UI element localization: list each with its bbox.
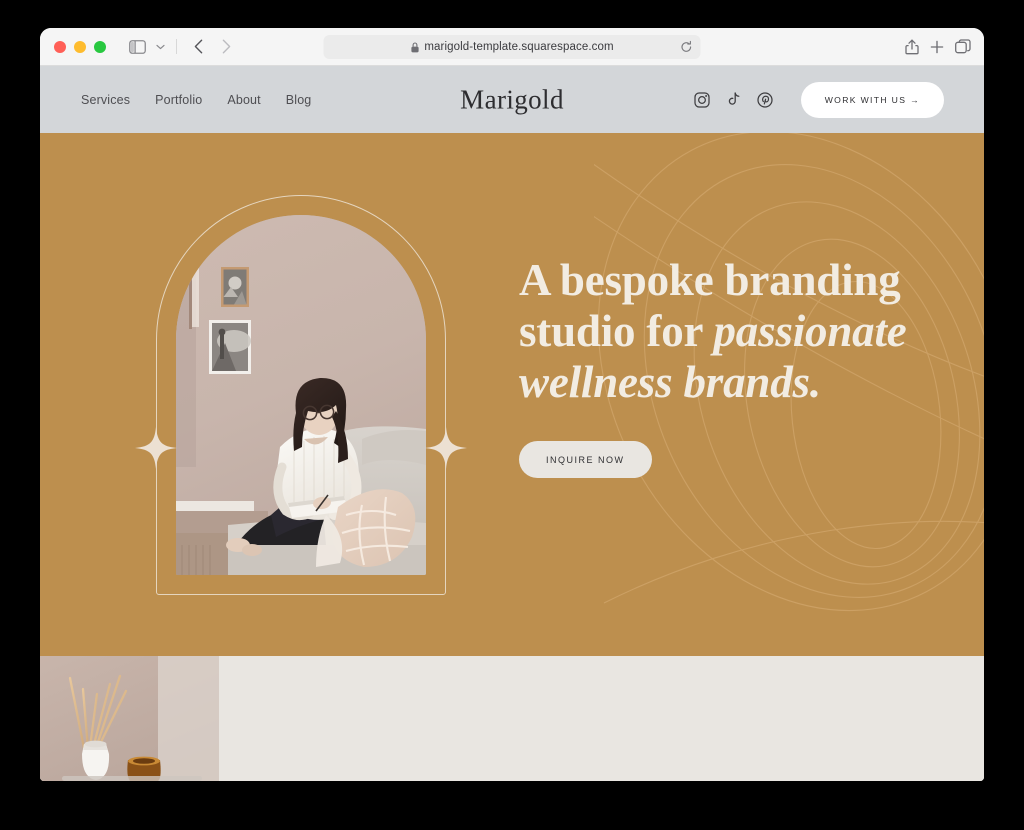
toolbar-divider <box>176 39 177 54</box>
share-icon[interactable] <box>905 39 919 55</box>
hero-arch-frame <box>135 195 467 595</box>
social-icon-group <box>694 91 773 108</box>
forward-button-icon[interactable] <box>213 35 239 59</box>
instagram-icon[interactable] <box>694 91 710 108</box>
nav-link-blog[interactable]: Blog <box>286 93 312 107</box>
toolbar-right-controls <box>905 39 971 55</box>
desktop-backdrop: marigold-template.squarespace.com Servic… <box>0 0 1024 830</box>
lock-icon <box>410 41 419 53</box>
new-tab-icon[interactable] <box>930 40 944 54</box>
site-header: Services Portfolio About Blog Marigold W… <box>40 66 984 133</box>
site-logo[interactable]: Marigold <box>460 84 564 115</box>
tab-overview-icon[interactable] <box>955 39 971 54</box>
back-button-icon[interactable] <box>185 35 211 59</box>
sidebar-toggle-icon[interactable] <box>124 35 150 59</box>
address-bar-container: marigold-template.squarespace.com <box>323 35 701 59</box>
next-section <box>40 656 984 781</box>
maximize-window-button[interactable] <box>94 40 106 53</box>
headline-line-2-emphasis: passionate <box>713 306 907 356</box>
hero-copy-block: A bespoke branding studio for passionate… <box>519 255 949 478</box>
hero-headline: A bespoke branding studio for passionate… <box>519 255 949 408</box>
inquire-now-button[interactable]: INQUIRE NOW <box>519 441 652 478</box>
address-bar[interactable]: marigold-template.squarespace.com <box>323 35 701 59</box>
tiktok-icon[interactable] <box>726 91 741 108</box>
safari-browser-window: marigold-template.squarespace.com Servic… <box>40 28 984 781</box>
site-navigation: Services Portfolio About Blog <box>81 93 311 107</box>
diffuser-image <box>40 656 219 781</box>
nav-link-portfolio[interactable]: Portfolio <box>155 93 202 107</box>
page-viewport: Services Portfolio About Blog Marigold W… <box>40 66 984 781</box>
url-text: marigold-template.squarespace.com <box>424 41 614 53</box>
pinterest-icon[interactable] <box>757 91 773 108</box>
headline-line-1: A bespoke branding <box>519 255 901 305</box>
hero-section: A bespoke branding studio for passionate… <box>40 133 984 656</box>
sparkle-accent-right-icon <box>425 427 467 469</box>
minimize-window-button[interactable] <box>74 40 86 53</box>
toolbar-left-controls <box>124 35 239 59</box>
sparkle-accent-left-icon <box>135 427 177 469</box>
header-right-group: WORK WITH US → <box>694 81 944 118</box>
chevron-down-icon[interactable] <box>152 35 168 59</box>
reload-icon[interactable] <box>681 40 693 54</box>
close-window-button[interactable] <box>54 40 66 53</box>
nav-link-about[interactable]: About <box>227 93 260 107</box>
work-with-us-button[interactable]: WORK WITH US → <box>800 81 944 118</box>
headline-line-3-emphasis: wellness brands. <box>519 357 821 407</box>
browser-toolbar: marigold-template.squarespace.com <box>40 28 984 66</box>
hero-image <box>176 215 426 575</box>
nav-link-services[interactable]: Services <box>81 93 130 107</box>
window-traffic-lights <box>40 40 106 53</box>
next-section-body <box>219 656 984 781</box>
headline-line-2-plain: studio for <box>519 306 714 356</box>
